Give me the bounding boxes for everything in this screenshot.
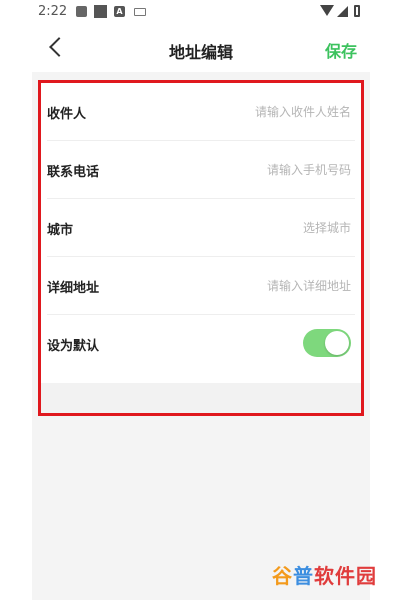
watermark-text: 谷普软件园 — [272, 564, 377, 588]
keyboard-icon — [134, 8, 146, 16]
city-row[interactable]: 城市 — [41, 199, 361, 257]
save-button[interactable]: 保存 — [325, 38, 357, 62]
default-row: 设为默认 — [41, 315, 361, 373]
signal-icon — [337, 6, 348, 17]
square-icon — [94, 5, 107, 18]
nav-bar: 地址编辑 保存 — [32, 24, 370, 72]
city-select[interactable] — [181, 217, 351, 239]
a-icon: A — [114, 6, 125, 17]
status-time: 2:22 — [38, 4, 68, 19]
photo-icon — [76, 6, 87, 17]
address-input[interactable] — [181, 275, 351, 297]
address-label: 详细地址 — [47, 281, 100, 296]
address-form: 收件人 联系电话 城市 详细地址 设为默认 — [38, 80, 364, 416]
page-title: 地址编辑 — [168, 43, 233, 62]
default-label: 设为默认 — [47, 339, 100, 354]
phone-input[interactable] — [181, 159, 351, 181]
recipient-input[interactable] — [181, 101, 351, 123]
address-row: 详细地址 — [41, 257, 361, 315]
wifi-icon — [320, 5, 334, 16]
default-toggle[interactable] — [303, 329, 351, 357]
phone-row: 联系电话 — [41, 141, 361, 199]
phone-screen: 2:22 A 地址编辑 保存 收件人 联系电话 城市 — [32, 0, 370, 600]
city-label: 城市 — [47, 223, 74, 238]
phone-label: 联系电话 — [47, 165, 100, 180]
toggle-knob — [325, 331, 349, 355]
battery-icon — [354, 5, 360, 17]
watermark-logo: 谷普软件园 — [272, 558, 390, 590]
recipient-label: 收件人 — [47, 107, 87, 122]
recipient-row: 收件人 — [41, 83, 361, 141]
status-bar: 2:22 A — [32, 0, 370, 24]
form-card: 收件人 联系电话 城市 详细地址 设为默认 — [41, 83, 361, 383]
